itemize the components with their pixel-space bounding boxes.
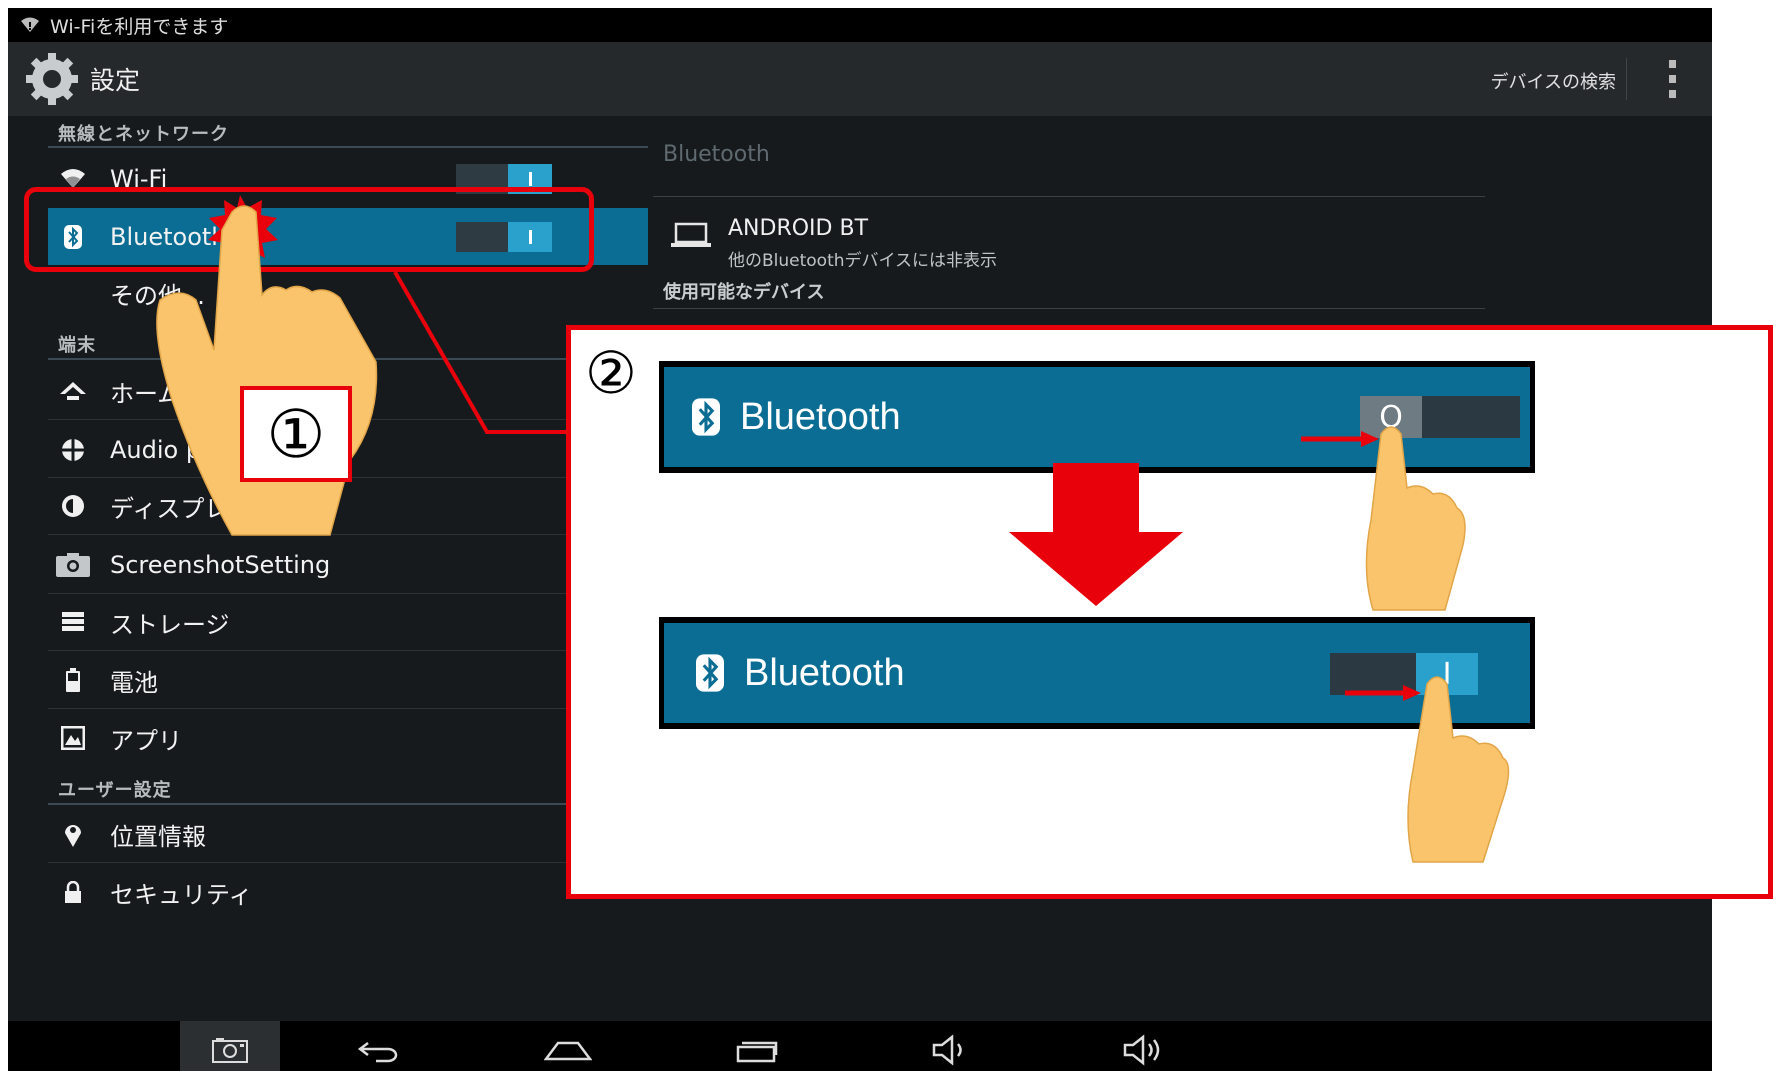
settings-item-label: ScreenshotSetting xyxy=(110,551,331,579)
settings-item-label: 位置情報 xyxy=(110,822,206,851)
home-nav-icon xyxy=(544,1041,592,1061)
zoomed-toggle-panel: ② Bluetooth O Bluetooth I xyxy=(566,325,1773,899)
lock-icon xyxy=(48,881,98,903)
settings-item-screenshot[interactable]: ScreenshotSetting xyxy=(48,533,648,597)
settings-item-location[interactable]: 位置情報 xyxy=(48,802,648,866)
zoom-annotations xyxy=(1009,426,1510,863)
battery-icon xyxy=(48,668,98,692)
apps-icon xyxy=(48,726,98,750)
back-button[interactable] xyxy=(348,1021,408,1071)
device-visibility: 他のBluetoothデバイスには非表示 xyxy=(728,251,998,271)
own-device-row[interactable]: ANDROID BT 他のBluetoothデバイスには非表示 xyxy=(653,212,1485,272)
step-1-label: ① xyxy=(240,386,352,482)
divider xyxy=(653,308,1485,309)
section-header-device: 端末 xyxy=(58,335,96,356)
display-icon xyxy=(48,494,98,518)
device-name: ANDROID BT xyxy=(728,216,869,241)
settings-item-label: ストレージ xyxy=(110,610,230,639)
location-pin-icon xyxy=(48,821,98,847)
action-bar: 設定 デバイスの検索 xyxy=(8,42,1712,116)
section-header-user: ユーザー設定 xyxy=(58,780,172,801)
settings-item-apps[interactable]: アプリ xyxy=(48,706,648,770)
screenshot-icon xyxy=(212,1038,248,1063)
settings-item-security[interactable]: セキュリティ xyxy=(48,860,648,924)
laptop-icon xyxy=(671,222,711,247)
settings-item-label: Audio profi xyxy=(110,436,241,464)
pane-title: Bluetooth xyxy=(663,142,770,167)
wifi-status-icon xyxy=(21,17,39,32)
status-text: Wi-Fiを利用できます xyxy=(50,15,229,38)
home-nav-button[interactable] xyxy=(538,1021,598,1071)
settings-item-label: セキュリティ xyxy=(110,880,253,909)
storage-icon xyxy=(48,612,98,632)
volume-down-button[interactable] xyxy=(920,1021,980,1071)
volume-up-icon xyxy=(1123,1034,1160,1066)
available-devices-header: 使用可能なデバイス xyxy=(663,282,825,303)
page-title: 設定 xyxy=(90,66,141,95)
settings-item-label: その他... xyxy=(110,281,205,310)
settings-item-battery[interactable]: 電池 xyxy=(48,648,648,712)
settings-item-display[interactable]: ディスプレイ xyxy=(48,474,648,538)
settings-item-label: ホーム xyxy=(110,379,182,408)
divider xyxy=(653,196,1485,197)
settings-item-label: アプリ xyxy=(110,726,182,755)
settings-item-label: ディスプレイ xyxy=(110,494,253,523)
bluetooth-callout-frame xyxy=(24,187,594,272)
volume-up-button[interactable] xyxy=(1113,1021,1173,1071)
gear-icon[interactable] xyxy=(22,49,82,109)
status-bar: Wi-Fiを利用できます xyxy=(8,8,1712,42)
action-divider xyxy=(1626,58,1627,100)
pointing-hand-icon xyxy=(1407,676,1510,863)
audio-profile-icon xyxy=(48,438,98,462)
settings-item-storage[interactable]: ストレージ xyxy=(48,590,648,654)
volume-down-icon xyxy=(932,1034,962,1066)
camera-icon xyxy=(48,553,98,577)
pointing-hand-icon xyxy=(1365,426,1466,611)
swipe-arrow-icon xyxy=(1345,685,1421,701)
navigation-bar xyxy=(8,1021,1712,1071)
section-header-wireless: 無線とネットワーク xyxy=(58,124,229,145)
recent-apps-icon xyxy=(736,1041,778,1063)
back-icon xyxy=(357,1042,398,1063)
down-arrow-icon xyxy=(1009,463,1183,606)
home-icon xyxy=(48,380,98,402)
settings-item-label: 電池 xyxy=(110,668,158,697)
search-devices-button[interactable]: デバイスの検索 xyxy=(1491,62,1616,100)
overflow-menu-icon[interactable] xyxy=(1666,60,1678,98)
screenshot-nav-button[interactable] xyxy=(180,1021,280,1071)
swipe-arrow-icon xyxy=(1301,431,1379,447)
settings-item-more[interactable]: その他... xyxy=(48,265,648,321)
recent-apps-button[interactable] xyxy=(728,1021,788,1071)
